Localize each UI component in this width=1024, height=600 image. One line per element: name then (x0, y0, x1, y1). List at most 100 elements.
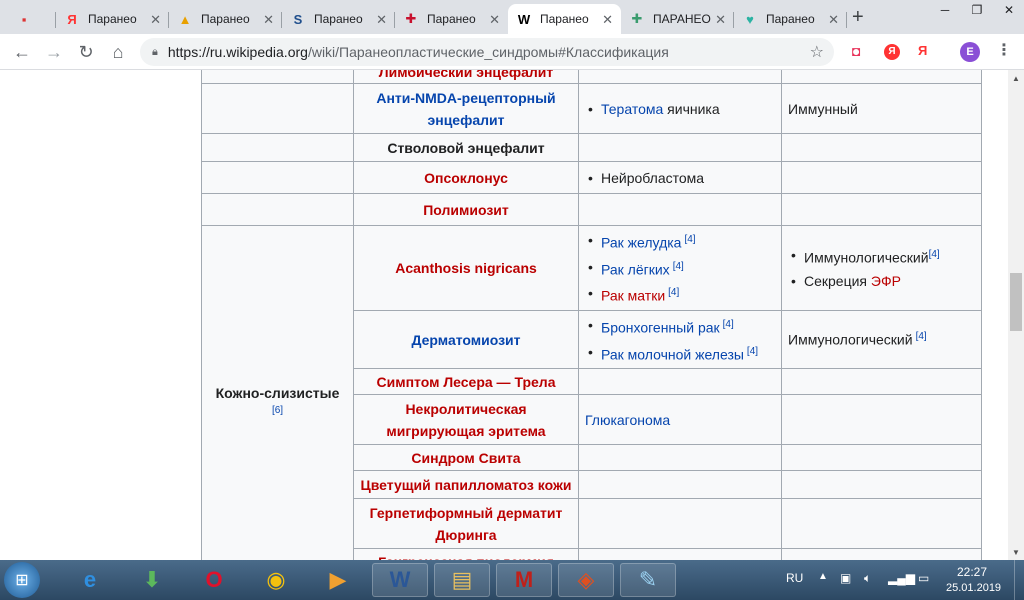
reference-link[interactable]: [4] (723, 319, 734, 330)
close-window-icon[interactable]: ✕ (994, 0, 1024, 20)
media-player-icon[interactable]: ▶ (310, 563, 366, 597)
tab-close-icon[interactable]: ✕ (489, 12, 500, 28)
office-tool-icon[interactable]: ◈ (558, 563, 614, 597)
scroll-down-arrow-icon[interactable]: ▼ (1012, 548, 1020, 557)
syndrome-link[interactable]: Цветущий папилломатоз кожи (361, 477, 572, 493)
syndrome-link[interactable]: Полимиозит (423, 202, 509, 218)
syndrome-link[interactable]: Некролитическая мигрирующая эритема (386, 401, 545, 439)
tumor-link[interactable]: Рак лёгких (601, 261, 670, 277)
clock-time[interactable]: 22:27 (946, 565, 998, 579)
download-manager-icon[interactable]: ⬇ (124, 563, 180, 597)
page-scrollbar[interactable]: ▲ ▼ (1008, 70, 1024, 560)
clock-date[interactable]: 25.01.2019 (946, 582, 1001, 594)
browser-tab[interactable]: Я Паранео ✕ (56, 4, 169, 34)
browser-tab[interactable]: ♥ Паранео ✕ (734, 4, 847, 34)
classification-table: Лимбический энцефалит Анти-NMDA-рецепторн… (201, 70, 982, 560)
syndrome-link[interactable]: Лимбический энцефалит (379, 70, 553, 80)
battery-icon[interactable]: ▭ (918, 571, 929, 585)
tumor-link[interactable]: Глюкагонома (585, 412, 670, 428)
syndrome-link[interactable]: Опсоклонус (424, 170, 508, 186)
tumor-link[interactable]: Рак молочной железы (601, 346, 744, 362)
bookmark-star-icon[interactable]: ☆ (810, 42, 824, 62)
reference-link[interactable]: [4] (684, 234, 695, 245)
syndrome-cell: Опсоклонус (353, 161, 579, 194)
home-icon[interactable]: ⌂ (106, 40, 130, 64)
browser-tab[interactable]: ▪ (8, 4, 56, 34)
address-bar[interactable]: 🔒︎ https://ru.wikipedia.org/wiki/Паранео… (140, 38, 834, 66)
reference-link[interactable]: [4] (673, 261, 684, 272)
tab-close-icon[interactable]: ✕ (376, 12, 387, 28)
back-icon[interactable]: ← (10, 40, 34, 64)
word-icon[interactable]: W (372, 563, 428, 597)
syndrome-cell: Симптом Лесера — Трела (353, 368, 579, 396)
reference-link[interactable]: [4] (929, 249, 940, 260)
tumor-link[interactable]: Бронхогенный рак (601, 320, 720, 336)
browser-tab[interactable]: ✚ ПАРАНЕО ✕ (621, 4, 734, 34)
language-indicator[interactable]: RU (786, 571, 803, 585)
syndrome-link[interactable]: Симптом Лесера — Трела (377, 374, 556, 390)
tumor-link[interactable]: Рак желудка (601, 235, 681, 251)
tray-app-icon[interactable]: ▣ (840, 571, 851, 585)
mechanism-cell (781, 548, 982, 560)
forward-icon[interactable]: → (42, 40, 66, 64)
mechanism-cell (781, 70, 982, 84)
syndrome-link[interactable]: Герпетиформный дерматит Дюринга (370, 505, 563, 543)
tab-title: Паранео (201, 12, 250, 26)
ie-icon[interactable]: e (62, 563, 118, 597)
opera-icon[interactable]: O (186, 563, 242, 597)
profile-avatar[interactable]: E (960, 42, 980, 62)
table-row: Полимиозит (201, 193, 982, 226)
menu-dots-icon[interactable]: ⋮ (996, 40, 1012, 60)
egf-link[interactable]: ЭФР (871, 273, 901, 289)
chrome-icon[interactable]: ◉ (248, 563, 304, 597)
network-signal-icon[interactable]: ▂▄▆ (888, 571, 915, 585)
restore-icon[interactable]: ❐ (962, 0, 992, 20)
yandex-extension-icon[interactable]: Я (884, 44, 900, 60)
list-item: Секреция ЭФР (788, 269, 975, 293)
notepad-icon[interactable]: ✎ (620, 563, 676, 597)
tab-close-icon[interactable]: ✕ (828, 12, 839, 28)
explorer-icon[interactable]: ▤ (434, 563, 490, 597)
syndrome-link[interactable]: Дерматомиозит (411, 332, 520, 348)
browser-tab[interactable]: W Паранео ✕ (508, 4, 621, 34)
tab-title: Паранео (427, 12, 476, 26)
minimize-icon[interactable]: ─ (930, 0, 960, 20)
reload-icon[interactable]: ↻ (74, 40, 98, 64)
syndrome-cell: Acanthosis nigricans (353, 225, 579, 311)
browser-tab[interactable]: S Паранео ✕ (282, 4, 395, 34)
tab-close-icon[interactable]: ✕ (150, 12, 161, 28)
tray-expand-icon[interactable]: ▲ (818, 571, 828, 582)
syndrome-link[interactable]: Acanthosis nigricans (395, 260, 537, 276)
pdf-master-icon[interactable]: M (496, 563, 552, 597)
tumor-cell (578, 498, 782, 550)
reference-link[interactable]: [6] (202, 405, 353, 416)
windows-taskbar: ⊞ e ⬇ O ◉ ▶ W ▤ M ◈ ✎ RU ▲ ▣ 🔈︎ ▂▄▆ ▭ 22:27 25.01… (0, 560, 1024, 600)
list-item: Рак матки[4] (585, 281, 775, 308)
mechanism-text: Иммунологический (804, 249, 929, 266)
scroll-up-arrow-icon[interactable]: ▲ (1012, 74, 1020, 83)
yandex-elements-icon[interactable]: Я (918, 43, 927, 58)
browser-tab[interactable]: ✚ Паранео ✕ (395, 4, 508, 34)
s-logo-icon: S (293, 11, 303, 27)
tab-close-icon[interactable]: ✕ (263, 12, 274, 28)
syndrome-link[interactable]: Синдром Свита (411, 450, 520, 466)
volume-icon[interactable]: 🔈︎ (864, 571, 871, 586)
start-button[interactable]: ⊞ (4, 562, 40, 598)
tab-close-icon[interactable]: ✕ (715, 12, 726, 28)
tab-close-icon[interactable]: ✕ (602, 12, 613, 28)
syndrome-link[interactable]: Анти-NMDA-рецепторный энцефалит (376, 90, 555, 128)
show-desktop-button[interactable] (1014, 560, 1024, 600)
table-row: Стволовой энцефалит (201, 133, 982, 162)
scrollbar-thumb[interactable] (1010, 273, 1022, 331)
browser-tab[interactable]: ▲ Паранео ✕ (169, 4, 282, 34)
new-tab-button[interactable]: + (852, 6, 864, 29)
heart-icon: ♥ (746, 11, 754, 27)
browser-toolbar: ← → ↻ ⌂ 🔒︎ https://ru.wikipedia.org/wiki… (0, 34, 1024, 70)
reference-link[interactable]: [4] (668, 287, 679, 298)
tumor-link[interactable]: Тератома (601, 101, 663, 117)
tumor-link[interactable]: Рак матки (601, 288, 665, 304)
pocket-extension-icon[interactable]: ◘ (852, 43, 860, 59)
list-item: Рак желудка[4] (585, 228, 775, 255)
reference-link[interactable]: [4] (747, 346, 758, 357)
reference-link[interactable]: [4] (916, 331, 927, 342)
